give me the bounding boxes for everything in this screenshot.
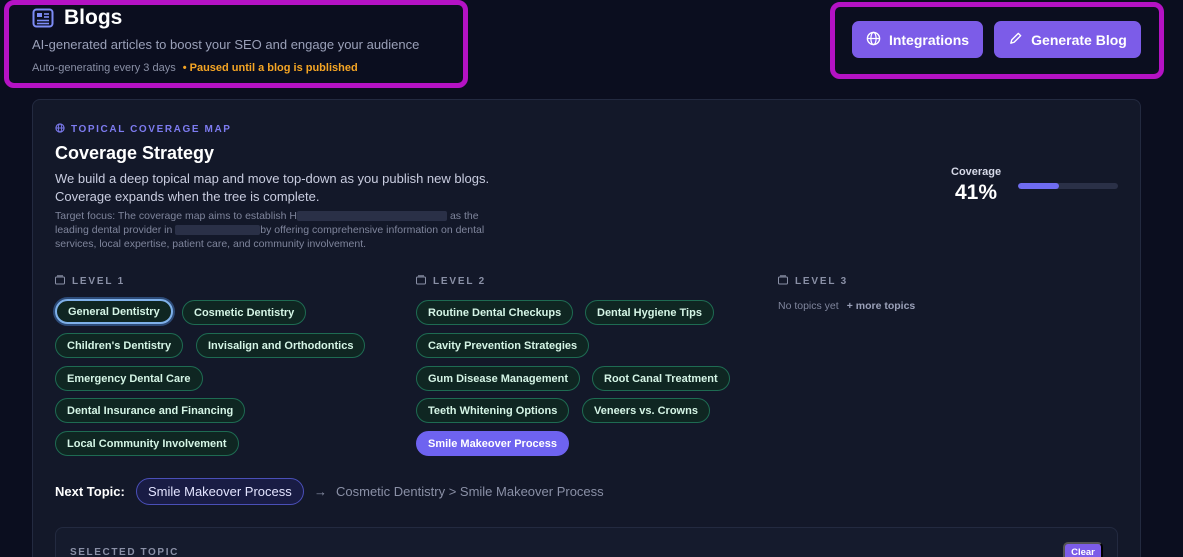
globe-icon: [55, 123, 65, 136]
level-2-label: LEVEL 2: [433, 276, 486, 287]
generate-blog-button[interactable]: Generate Blog: [994, 21, 1141, 58]
topic-chip-l1[interactable]: Children's Dentistry: [55, 333, 184, 358]
level-1-label: LEVEL 1: [72, 276, 125, 287]
topic-chip-l2-active[interactable]: Smile Makeover Process: [416, 431, 570, 456]
status-row: Auto-generating every 3 days • Paused un…: [32, 62, 358, 74]
newspaper-icon: [32, 8, 54, 28]
redacted-name: [297, 211, 448, 222]
selected-topic-panel: [55, 527, 1118, 557]
topic-chip-l2[interactable]: Veneers vs. Crowns: [582, 398, 710, 423]
level-2-header: LEVEL 2: [416, 275, 486, 288]
focus-text-part1: Target focus: The coverage map aims to e…: [55, 210, 298, 222]
next-topic-chip[interactable]: Smile Makeover Process: [136, 478, 304, 505]
eyebrow-label: TOPICAL COVERAGE MAP: [71, 124, 232, 135]
layers-icon: [55, 275, 65, 288]
topic-chip-l1[interactable]: Cosmetic Dentistry: [182, 300, 307, 325]
integrations-label: Integrations: [888, 31, 970, 48]
next-topic-label: Next Topic:: [55, 484, 125, 499]
layers-icon: [778, 275, 788, 288]
globe-icon: [866, 31, 881, 49]
strategy-description: We build a deep topical map and move top…: [55, 171, 490, 204]
selected-topic-label: SELECTED TOPIC: [70, 547, 179, 557]
coverage-map-eyebrow: TOPICAL COVERAGE MAP: [55, 123, 232, 136]
arrow-right-icon: →: [314, 484, 327, 499]
layers-icon: [416, 275, 426, 288]
coverage-progress-bar: [1018, 183, 1118, 189]
target-focus-text: Target focus: The coverage map aims to e…: [55, 209, 505, 251]
topic-chip-l2[interactable]: Routine Dental Checkups: [416, 300, 574, 325]
integrations-button[interactable]: Integrations: [852, 21, 983, 58]
topic-chip-l1[interactable]: Emergency Dental Care: [55, 366, 203, 391]
page-header: Blogs: [32, 6, 122, 30]
no-topics-text: No topics yet: [778, 300, 839, 312]
topic-chip-l1[interactable]: Local Community Involvement: [55, 431, 239, 456]
auto-generate-status: Auto-generating every 3 days: [32, 62, 176, 74]
level-1-header: LEVEL 1: [55, 275, 125, 288]
clear-button[interactable]: Clear: [1063, 542, 1103, 557]
more-topics-link[interactable]: + more topics: [847, 300, 916, 312]
redacted-location: [175, 225, 261, 236]
pencil-icon: [1008, 31, 1023, 49]
strategy-title: Coverage Strategy: [55, 143, 215, 163]
coverage-progress-fill: [1018, 183, 1059, 189]
topic-chip-l1[interactable]: Dental Insurance and Financing: [55, 398, 246, 423]
page-title: Blogs: [64, 6, 123, 29]
topic-chip-l1[interactable]: Invisalign and Orthodontics: [196, 333, 366, 358]
topic-chip-l2[interactable]: Dental Hygiene Tips: [585, 300, 714, 325]
coverage-label: Coverage: [951, 166, 1002, 178]
topic-chip-l2[interactable]: Teeth Whitening Options: [416, 398, 570, 423]
level-3-empty: No topics yet + more topics: [778, 300, 915, 312]
next-topic-path: Cosmetic Dentistry > Smile Makeover Proc…: [336, 484, 604, 499]
level-3-label: LEVEL 3: [795, 276, 848, 287]
topic-chip-l1[interactable]: General Dentistry: [55, 299, 173, 324]
page-subtitle: AI-generated articles to boost your SEO …: [32, 37, 420, 52]
paused-status: • Paused until a blog is published: [182, 62, 358, 74]
level-3-header: LEVEL 3: [778, 275, 848, 288]
topic-chip-l2[interactable]: Gum Disease Management: [416, 366, 580, 391]
topic-chip-l2[interactable]: Cavity Prevention Strategies: [416, 333, 590, 358]
generate-blog-label: Generate Blog: [1031, 31, 1127, 48]
coverage-value: 41%: [955, 181, 998, 204]
topic-chip-l2[interactable]: Root Canal Treatment: [592, 366, 730, 391]
